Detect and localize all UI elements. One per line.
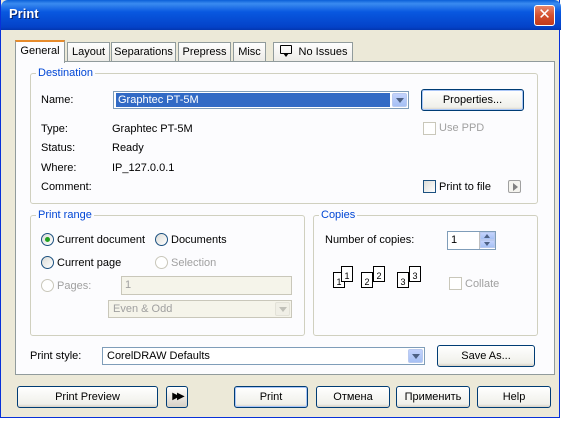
- number-of-copies-label: Number of copies:: [325, 234, 415, 246]
- selection-radio[interactable]: [155, 256, 168, 269]
- print-to-file-checkbox[interactable]: [423, 180, 436, 193]
- print-style-select[interactable]: CorelDRAW Defaults: [102, 347, 425, 365]
- preview-page: 2: [361, 272, 373, 288]
- documents-radio[interactable]: [155, 233, 168, 246]
- general-tab-panel: Destination Name: Graphtec PT-5M Propert…: [15, 61, 555, 375]
- type-value: Graphtec PT-5M: [112, 123, 193, 135]
- print-style-value: CorelDRAW Defaults: [107, 350, 210, 362]
- printer-name-value: Graphtec PT-5M: [116, 93, 390, 107]
- current-page-label: Current page: [57, 257, 122, 269]
- save-as-button[interactable]: Save As...: [437, 345, 535, 367]
- destination-legend: Destination: [38, 67, 94, 79]
- where-value: IP_127.0.0.1: [112, 162, 175, 174]
- properties-button[interactable]: Properties...: [421, 89, 524, 111]
- type-label: Type:: [41, 123, 68, 135]
- current-document-label: Current document: [57, 234, 146, 246]
- preview-page: 2: [373, 266, 385, 282]
- cancel-button[interactable]: Отмена: [316, 386, 390, 408]
- close-icon: ✕: [538, 6, 551, 23]
- spin-up-icon[interactable]: [480, 232, 495, 240]
- name-label: Name:: [41, 94, 74, 106]
- issues-icon: [279, 45, 293, 57]
- status-label: Status:: [41, 142, 76, 154]
- spin-down-icon[interactable]: [480, 240, 495, 248]
- preview-page: 3: [409, 266, 421, 282]
- printer-name-select[interactable]: Graphtec PT-5M: [113, 91, 409, 109]
- comment-label: Comment:: [41, 181, 92, 193]
- print-to-file-label: Print to file: [439, 181, 491, 193]
- copies-spinner[interactable]: [479, 232, 495, 249]
- even-odd-value: Even & Odd: [113, 303, 173, 315]
- apply-button[interactable]: Применить: [396, 386, 470, 408]
- preview-page: 1: [341, 266, 353, 282]
- pages-input[interactable]: 1: [121, 276, 292, 295]
- chevron-down-icon[interactable]: [392, 93, 407, 107]
- documents-label: Documents: [171, 234, 227, 246]
- use-ppd-checkbox[interactable]: [423, 122, 436, 135]
- current-page-radio[interactable]: [41, 256, 54, 269]
- tab-general[interactable]: General: [15, 40, 65, 63]
- chevron-down-icon[interactable]: [275, 302, 290, 316]
- tab-no-issues-label: No Issues: [298, 46, 348, 58]
- print-range-legend: Print range: [38, 209, 92, 221]
- preview-page: 3: [397, 272, 409, 288]
- status-value: Ready: [112, 142, 144, 154]
- use-ppd-label: Use PPD: [439, 122, 485, 134]
- fast-forward-icon[interactable]: ▶▶: [166, 386, 188, 408]
- current-document-radio[interactable]: [41, 233, 54, 246]
- collate-label: Collate: [465, 278, 500, 290]
- title-bar[interactable]: Print ✕: [1, 0, 561, 30]
- tab-separations[interactable]: Separations: [111, 42, 176, 62]
- tab-prepress[interactable]: Prepress: [178, 42, 231, 62]
- even-odd-select[interactable]: Even & Odd: [108, 300, 292, 318]
- pages-radio[interactable]: [41, 279, 54, 292]
- number-of-copies-value: 1: [451, 234, 458, 246]
- pages-label: Pages:: [57, 280, 92, 292]
- tab-no-issues[interactable]: No Issues: [273, 42, 353, 62]
- print-style-label: Print style:: [30, 350, 82, 362]
- tab-layout[interactable]: Layout: [67, 42, 110, 62]
- collate-checkbox[interactable]: [449, 277, 462, 290]
- help-button[interactable]: Help: [477, 386, 551, 408]
- selection-label: Selection: [171, 257, 217, 269]
- print-button[interactable]: Print: [234, 386, 308, 408]
- print-preview-button[interactable]: Print Preview: [17, 386, 158, 408]
- window-title: Print: [9, 6, 39, 21]
- print-to-file-options-button[interactable]: [508, 180, 521, 193]
- close-button[interactable]: ✕: [534, 5, 555, 26]
- tab-misc[interactable]: Misc: [233, 42, 266, 62]
- chevron-down-icon[interactable]: [408, 349, 423, 363]
- number-of-copies-input[interactable]: 1: [447, 231, 496, 250]
- print-dialog: Print ✕ General Layout Separations Prepr…: [0, 0, 561, 418]
- where-label: Where:: [41, 162, 77, 174]
- copies-legend: Copies: [321, 209, 356, 221]
